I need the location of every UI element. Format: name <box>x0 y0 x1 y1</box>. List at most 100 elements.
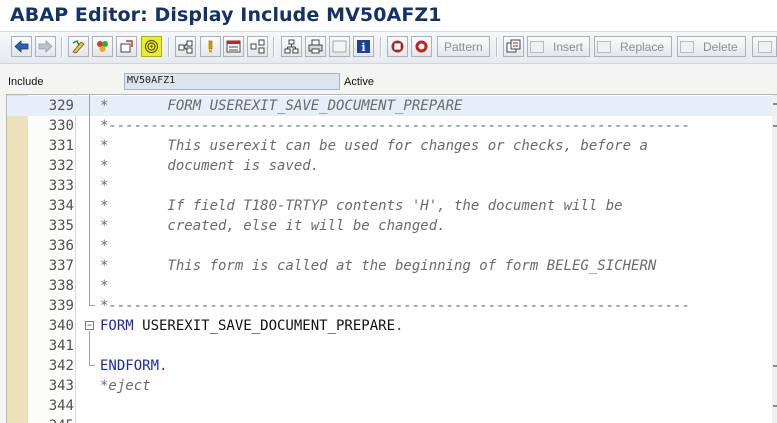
code-text: * This userexit can be used for changes … <box>100 136 648 156</box>
code-text: * <box>100 176 108 196</box>
display-object-list-icon[interactable] <box>223 36 244 57</box>
code-text: * created, else it will be changed. <box>100 216 446 236</box>
check-icon[interactable] <box>92 36 113 57</box>
insert-button[interactable]: Insert <box>527 36 590 57</box>
code-editor[interactable]: 329 * FORM USEREXIT_SAVE_DOCUMENT_PREPARE… <box>6 94 777 423</box>
fold-guide <box>89 331 90 366</box>
toolbar-separator <box>380 37 382 57</box>
object-list-icon[interactable] <box>175 36 196 57</box>
comment-text: * FORM USEREXIT_SAVE_DOCUMENT_PREPARE <box>100 98 463 114</box>
statement-terminator: . <box>395 318 404 334</box>
code-line[interactable]: 333 * <box>7 176 777 196</box>
code-text: *eject <box>100 376 151 396</box>
code-line[interactable]: 332 * document is saved. <box>7 156 777 176</box>
code-text: *---------------------------------------… <box>100 296 690 316</box>
code-text: * This form is called at the beginning o… <box>100 256 656 276</box>
line-number: 332 <box>48 158 74 174</box>
toolbar-separator <box>496 37 498 57</box>
line-number: 338 <box>48 278 74 294</box>
code-line[interactable]: 344 <box>7 396 777 416</box>
scroll-marker <box>773 103 777 105</box>
comment-text: * <box>100 238 109 254</box>
pretty-printer-icon[interactable] <box>503 36 524 57</box>
navigation-window-icon[interactable] <box>247 36 268 57</box>
fold-guide-end <box>89 305 95 306</box>
code-line[interactable]: 337 * This form is called at the beginnin… <box>7 256 777 276</box>
status-label: Active <box>344 76 374 88</box>
comment-text: * <box>100 278 109 294</box>
code-line[interactable]: 338 * <box>7 276 777 296</box>
scroll-marker <box>773 365 777 367</box>
more-actions-icon[interactable] <box>752 36 777 57</box>
code-line[interactable]: 342 ENDFORM. <box>7 356 777 376</box>
code-line[interactable]: 343 *eject <box>7 376 777 396</box>
line-number: 334 <box>48 198 74 214</box>
print-icon[interactable] <box>305 36 326 57</box>
code-line[interactable]: 330 *------------------------------------… <box>7 116 777 136</box>
toolbar-separator <box>168 37 170 57</box>
line-number: 344 <box>48 398 74 414</box>
window-title: ABAP Editor: Display Include MV50AFZ1 <box>10 4 442 26</box>
comment-text: *---------------------------------------… <box>100 118 691 134</box>
line-number: 336 <box>48 238 74 254</box>
code-line[interactable]: 341 <box>7 336 777 356</box>
replace-button-label: Replace <box>620 39 665 54</box>
scroll-marker <box>773 405 777 407</box>
code-text: * <box>100 236 108 256</box>
include-info-bar <box>0 64 777 92</box>
code-line[interactable]: 336 * <box>7 236 777 256</box>
layout-icon[interactable] <box>329 36 350 57</box>
forward-icon[interactable] <box>35 36 56 57</box>
insert-button-label: Insert <box>553 39 584 54</box>
comment-text: * If field T180-TRTYP contents 'H', the … <box>100 198 623 214</box>
hierarchy-icon[interactable] <box>281 36 302 57</box>
more-icon <box>757 40 772 53</box>
delete-button[interactable]: Delete <box>677 36 746 57</box>
vertical-scrollbar[interactable] <box>772 95 777 423</box>
comment-text: *---------------------------------------… <box>100 298 691 314</box>
set-breakpoint-icon[interactable] <box>387 36 408 57</box>
activate-icon[interactable] <box>116 36 137 57</box>
code-line[interactable]: 339 *------------------------------------… <box>7 296 777 316</box>
identifier: USEREXIT_SAVE_DOCUMENT_PREPARE <box>133 318 396 334</box>
line-number: 343 <box>48 378 74 394</box>
line-number: 331 <box>48 138 74 154</box>
code-line[interactable]: 335 * created, else it will be changed. <box>7 216 777 236</box>
fold-guide <box>89 95 90 306</box>
include-name-field[interactable]: MV50AFZ1 <box>124 73 340 90</box>
keyword: ENDFORM <box>100 358 160 374</box>
code-text: *---------------------------------------… <box>100 116 690 136</box>
line-number: 341 <box>48 338 74 354</box>
comment-text: * This form is called at the beginning o… <box>100 258 657 274</box>
code-text: ENDFORM. <box>100 356 167 376</box>
code-line[interactable]: 340 FORM USEREXIT_SAVE_DOCUMENT_PREPARE. <box>7 316 777 336</box>
replace-button[interactable]: Replace <box>594 36 672 57</box>
line-number: 330 <box>48 118 74 134</box>
line-number: 335 <box>48 218 74 234</box>
where-used-list-icon[interactable] <box>141 36 162 57</box>
help-info-icon[interactable]: i <box>353 36 374 57</box>
pattern-button-label: Pattern <box>444 39 483 54</box>
keyword: FORM <box>100 318 134 334</box>
comment-text: * created, else it will be changed. <box>100 218 446 234</box>
statement-terminator: . <box>159 358 168 374</box>
code-line[interactable]: 331 * This userexit can be used for chang… <box>7 136 777 156</box>
code-text: * <box>100 276 108 296</box>
comment-text: * This userexit can be used for changes … <box>100 138 648 154</box>
info-exclamation-icon[interactable] <box>200 36 221 57</box>
code-line[interactable]: 329 * FORM USEREXIT_SAVE_DOCUMENT_PREPARE <box>7 96 777 116</box>
external-breakpoint-icon[interactable] <box>411 36 432 57</box>
line-number: 342 <box>48 358 74 374</box>
back-icon[interactable] <box>11 36 32 57</box>
comment-text: * <box>100 178 109 194</box>
svg-text:i: i <box>361 41 365 54</box>
display-change-icon[interactable] <box>68 36 89 57</box>
line-number: 333 <box>48 178 74 194</box>
delete-button-label: Delete <box>703 39 738 54</box>
scroll-marker <box>773 125 777 127</box>
pattern-button[interactable]: Pattern <box>437 36 490 57</box>
code-text: * FORM USEREXIT_SAVE_DOCUMENT_PREPARE <box>100 96 462 116</box>
code-line[interactable]: 334 * If field T180-TRTYP contents 'H', t… <box>7 196 777 216</box>
comment-text: *eject <box>100 378 151 394</box>
collapse-form-icon[interactable]: − <box>85 321 94 330</box>
